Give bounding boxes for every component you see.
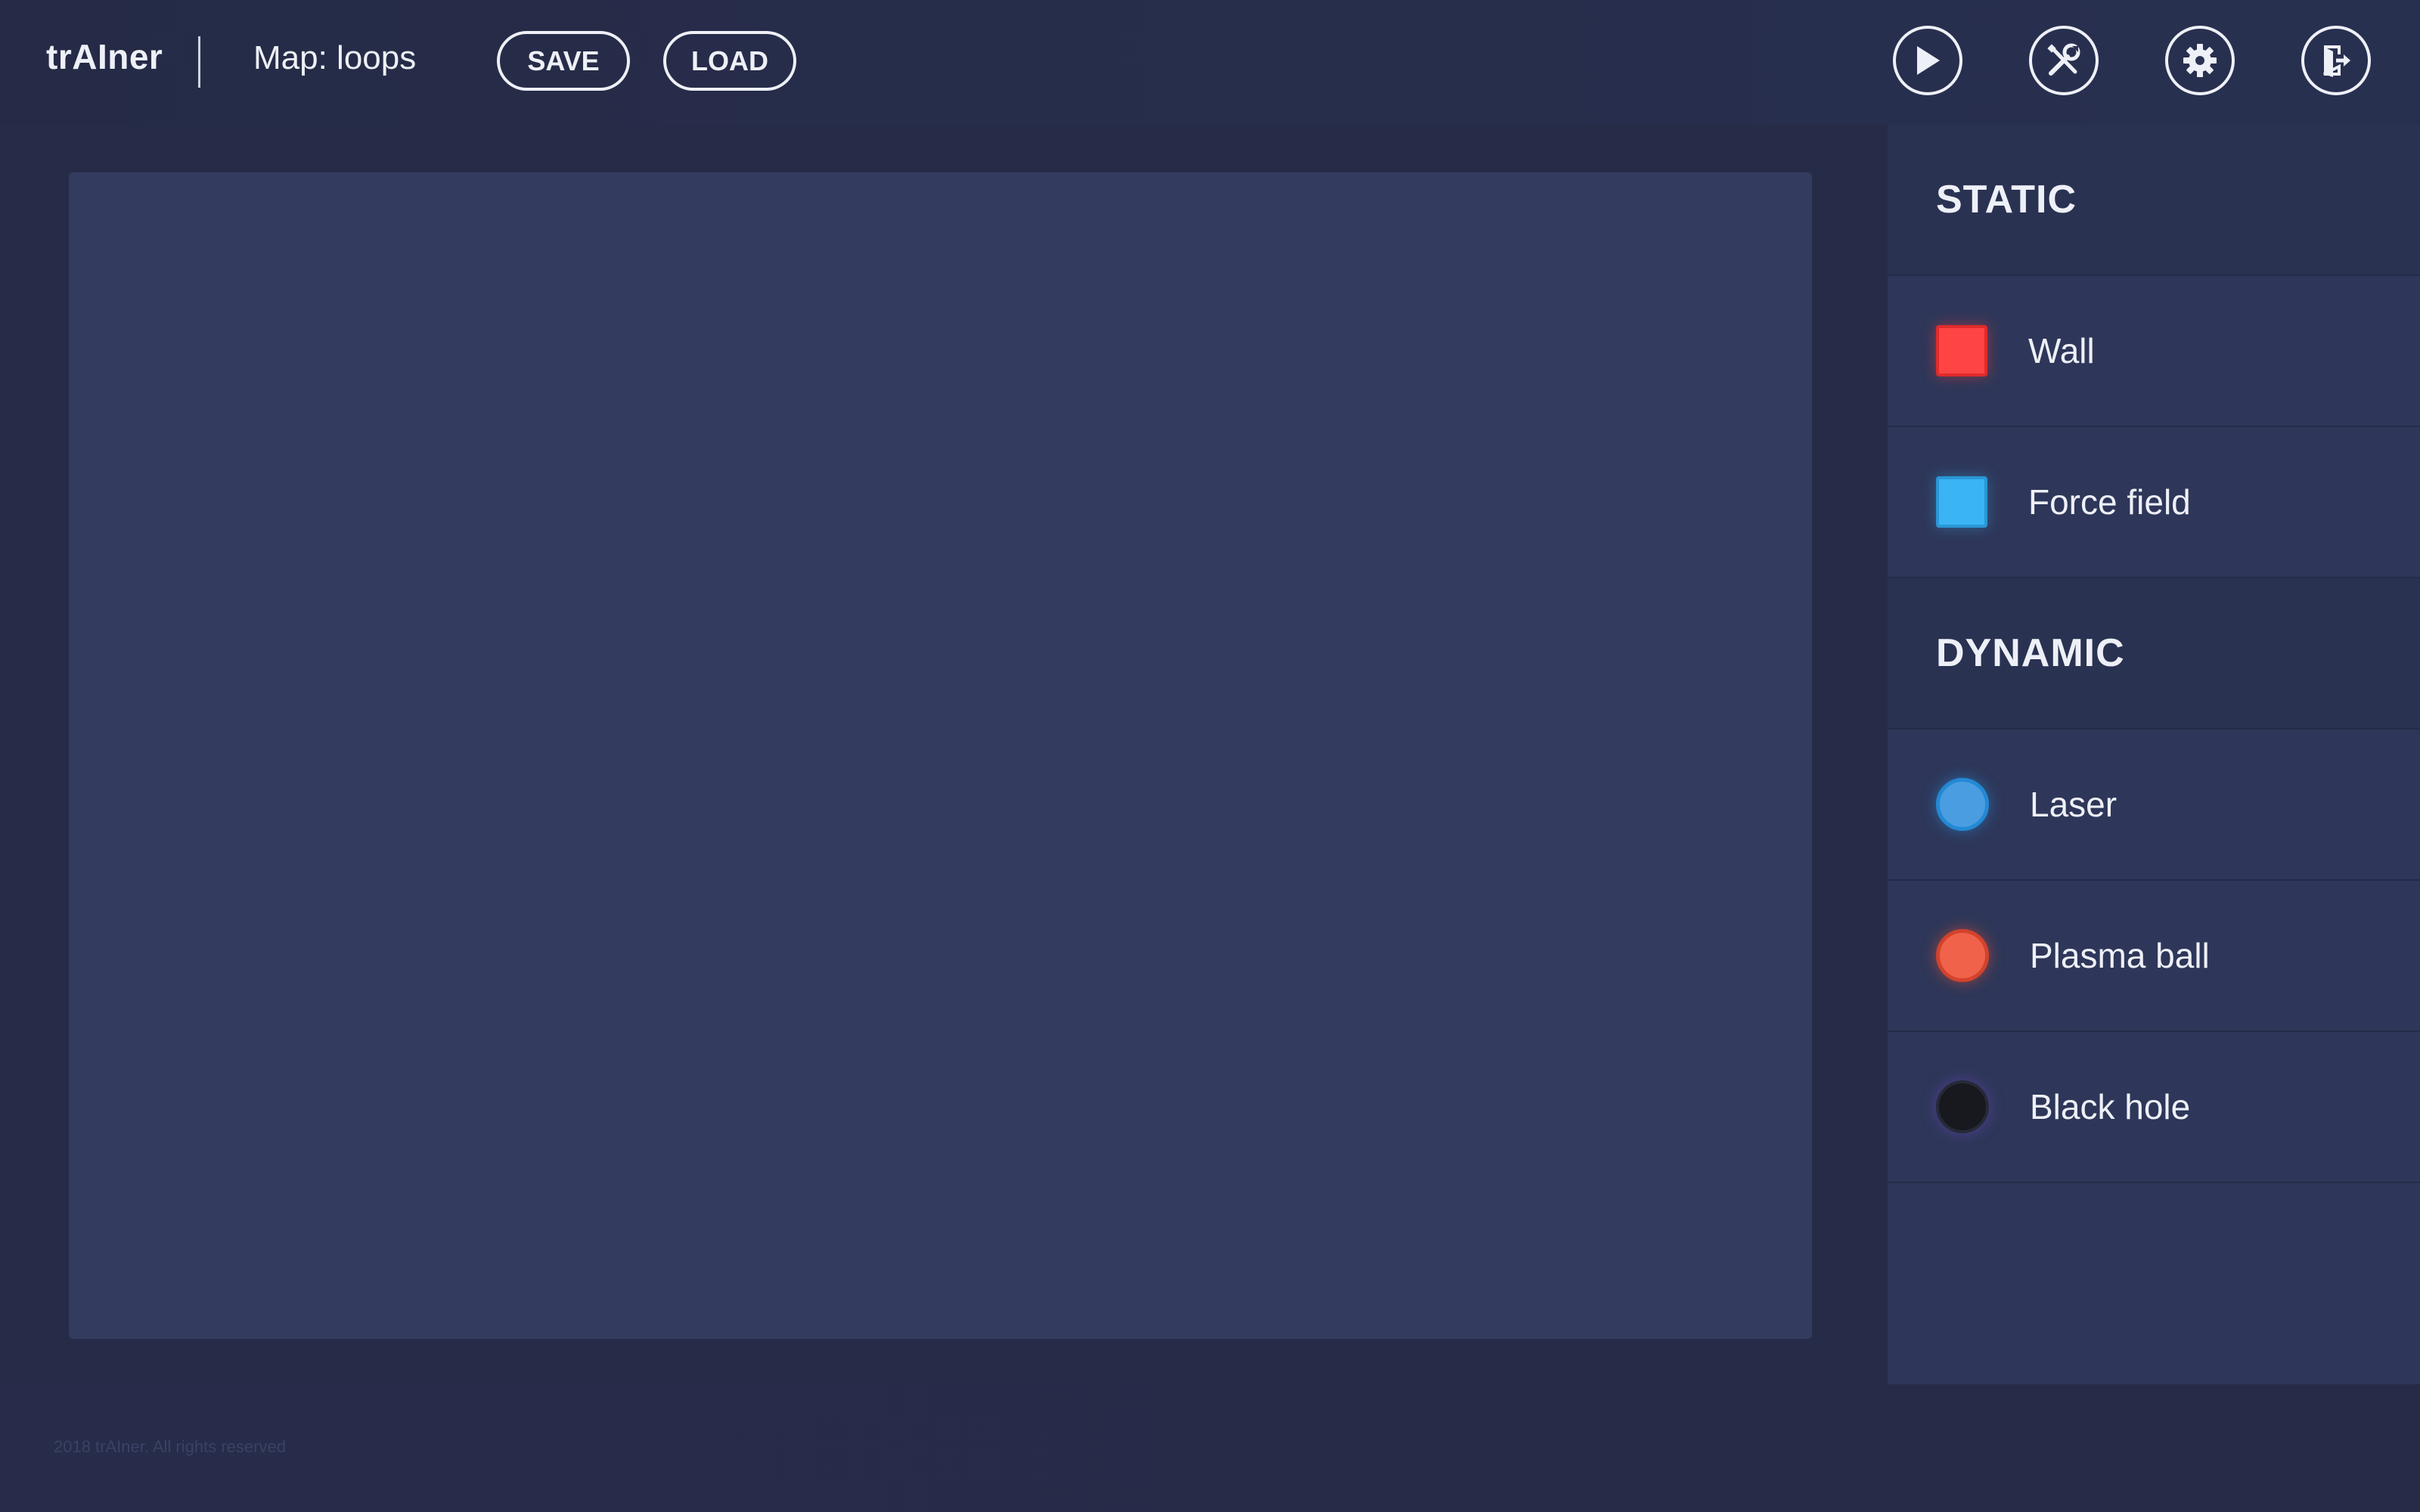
- footer: 2018 trAIner. All rights reserved: [0, 1384, 2420, 1512]
- copyright-text: 2018 trAIner. All rights reserved: [54, 1437, 286, 1456]
- exit-icon: [2323, 45, 2350, 77]
- laser-swatch-icon: [1936, 778, 1989, 831]
- palette-item-label: Laser: [2030, 785, 2118, 824]
- tools-button[interactable]: [2029, 26, 2099, 95]
- plasma-ball-swatch-icon: [1936, 929, 1989, 982]
- play-button[interactable]: [1893, 26, 1962, 95]
- palette-item-wall[interactable]: Wall: [1888, 276, 2420, 427]
- map-title: Map: loops: [253, 39, 417, 76]
- exit-button[interactable]: [2301, 26, 2371, 95]
- palette-item-laser[interactable]: Laser: [1888, 730, 2420, 881]
- tools-icon: [2047, 43, 2080, 76]
- dynamic-section-title: DYNAMIC: [1888, 578, 2420, 730]
- map-canvas[interactable]: [69, 172, 1812, 1339]
- app-logo: trAIner: [46, 37, 163, 76]
- gear-icon: [2183, 44, 2217, 77]
- play-icon: [1917, 46, 1940, 75]
- palette-item-label: Black hole: [2030, 1087, 2191, 1126]
- palette-item-label: Force field: [2028, 482, 2191, 522]
- palette-item-plasma-ball[interactable]: Plasma ball: [1888, 881, 2420, 1032]
- wall-swatch-icon: [1936, 325, 1987, 376]
- header-divider: [198, 36, 200, 88]
- load-button[interactable]: LOAD: [663, 31, 796, 91]
- save-button[interactable]: SAVE: [497, 31, 630, 91]
- force-field-swatch-icon: [1936, 476, 1987, 528]
- palette-item-force-field[interactable]: Force field: [1888, 427, 2420, 578]
- object-palette: STATIC Wall Force field DYNAMIC Laser Pl…: [1888, 125, 2420, 1384]
- top-bar: trAIner Map: loops SAVE LOAD: [0, 0, 2420, 125]
- black-hole-swatch-icon: [1936, 1080, 1989, 1133]
- palette-item-black-hole[interactable]: Black hole: [1888, 1032, 2420, 1183]
- palette-item-label: Wall: [2028, 331, 2095, 370]
- settings-button[interactable]: [2165, 26, 2235, 95]
- editor-area: [0, 125, 1888, 1384]
- static-section-title: STATIC: [1888, 125, 2420, 276]
- palette-item-label: Plasma ball: [2030, 936, 2210, 975]
